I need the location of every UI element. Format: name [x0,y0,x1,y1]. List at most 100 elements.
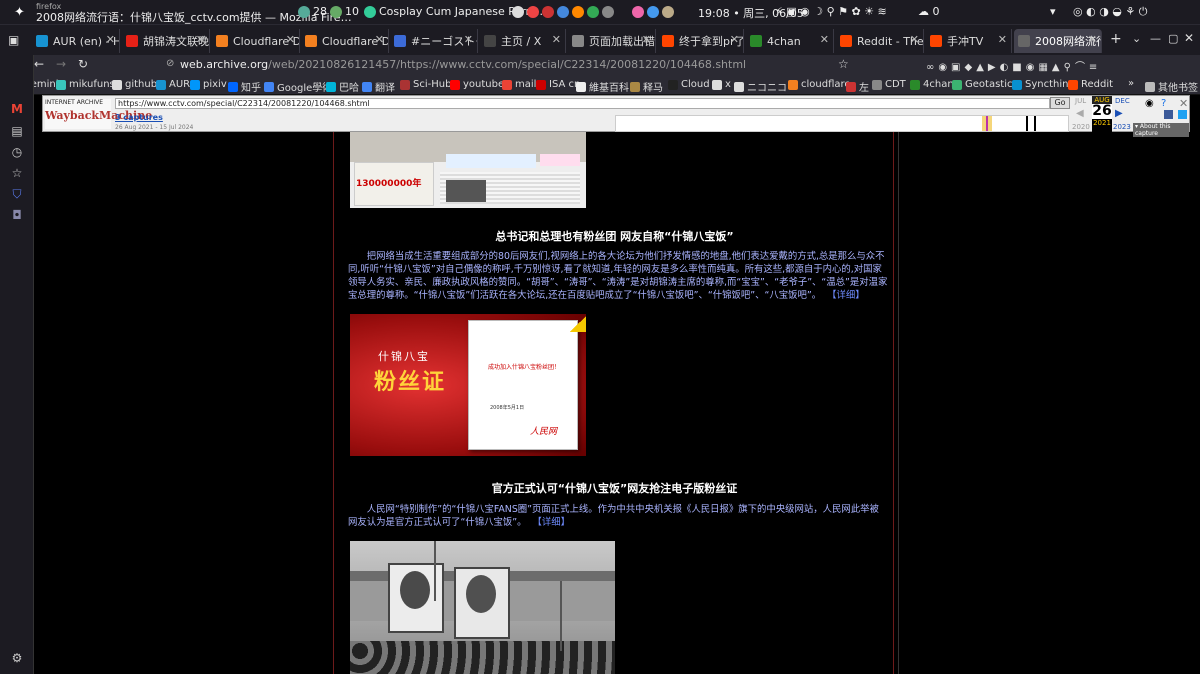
bookmark-item[interactable]: 释马 [630,79,663,94]
bookmark-favicon-icon [910,79,920,90]
clock-history-icon[interactable]: ◷ [9,144,25,160]
bookmark-item[interactable]: AUR [156,79,190,90]
tab-close-icon[interactable]: ✕ [642,33,651,46]
shield-icon[interactable]: ⛉ [9,186,25,202]
captures-sparkline[interactable] [615,115,1069,132]
tab-1[interactable]: 胡锦涛文联晚会✕ [122,29,210,53]
bookmark-star-icon[interactable]: ☆ [838,57,849,71]
tab-close-icon[interactable]: ✕ [196,33,205,46]
bookmark-item[interactable]: youtube [450,79,504,90]
tab-10[interactable]: 手冲TV ✕ [926,29,1012,53]
bookmark-item[interactable]: github [112,79,157,90]
tab-close-icon[interactable]: ✕ [552,33,561,46]
bookmark-item[interactable]: pixiv [190,79,227,90]
maximize-button[interactable]: ▢ [1168,32,1178,45]
facebook-icon[interactable] [1164,110,1173,119]
bookmark-item[interactable]: Reddit [1068,79,1113,90]
tab-3[interactable]: Cloudflare Das✕ [301,29,389,53]
next-year[interactable]: 2023 [1113,123,1131,131]
tab-close-icon[interactable]: ✕ [910,33,919,46]
wayback-logo[interactable]: INTERNET ARCHIVE WaybackMachine [45,99,152,129]
about-capture-button[interactable]: ▾ About this capture [1133,123,1189,137]
close-window-button[interactable]: ✕ [1184,31,1194,45]
detail-link-2[interactable]: 【详细】 [532,517,570,528]
settings-gear-icon[interactable]: ⚙ [9,650,25,666]
prev-arrow-icon[interactable]: ◀ [1076,108,1084,119]
bookmark-item[interactable]: ISA cn [536,79,580,90]
wayback-go-button[interactable]: Go [1050,97,1070,109]
bookmark-item[interactable]: CDT [872,79,906,90]
tab-6[interactable]: 页面加载出错 ✕ [568,29,656,53]
history-panel-icon[interactable]: ▤ [9,123,25,139]
tab-4[interactable]: #ニーゴストー✕ [390,29,478,53]
site-info-icon[interactable]: ⊘ [166,58,174,69]
forward-arrow-icon[interactable]: → [56,57,66,71]
tab-close-icon[interactable]: ✕ [464,33,473,46]
extension-icons[interactable]: ∞◉▣◆▲▶◐■◉▦▲⚲⌒≡ [926,58,1101,73]
bookmark-item[interactable]: Syncthing [1012,79,1075,90]
tab-favicon-icon [750,35,762,47]
captures-link[interactable]: 3 captures [115,113,163,122]
next-arrow-icon[interactable]: ▶ [1115,108,1123,119]
next-month[interactable]: DEC [1115,97,1130,105]
bookmark-item[interactable]: 維基百科 [576,79,629,94]
bookmark-item[interactable]: 知乎 [228,79,261,94]
status-icons[interactable]: ⚡ ▣ ◉ ☽ ⚲ ⚑ ✿ ☀ ≋ [775,5,887,18]
tab-close-icon[interactable]: ✕ [106,33,115,46]
tab-8[interactable]: 4chan ✕ [746,29,834,53]
bookmark-item[interactable]: Geotastic [952,79,1012,90]
bookmark-item[interactable]: mail [502,79,536,90]
tray-icons-2[interactable] [632,5,677,18]
notification-widget[interactable]: ☁ 0 [918,5,940,18]
detail-link-1[interactable]: 【详细】 [827,290,865,301]
bookmark-item[interactable]: ニコニコ [734,79,787,94]
profile-icon[interactable]: ◘ [9,207,25,223]
bookmarks-star-icon[interactable]: ☆ [9,165,25,181]
tab-list-chevron-icon[interactable]: ⌄ [1132,32,1141,45]
counter-widget-1[interactable]: 28 [298,5,327,18]
url-bar[interactable]: web.archive.org/web/20210826121457/https… [180,57,900,73]
other-bookmarks-folder[interactable]: 其他书签 [1145,79,1198,94]
wayback-url-input[interactable]: https://www.cctv.com/special/C22314/2008… [115,98,1050,109]
tab-9[interactable]: Reddit - The he✕ [836,29,924,53]
account-icon[interactable]: ◉ [1145,98,1154,109]
counter-widget-2[interactable]: 10 [330,5,359,18]
twitter-icon[interactable] [1178,110,1187,119]
bookmark-label: Geotastic [965,79,1013,90]
tab-11[interactable]: 2008网络流行语✕ [1014,29,1102,53]
tab-close-icon[interactable]: ✕ [286,33,295,46]
gmail-icon[interactable]: M [9,101,25,117]
tab-0[interactable]: AUR (en) - Hon✕ [32,29,120,53]
back-arrow-icon[interactable]: ← [34,57,44,71]
tab-close-icon[interactable]: ✕ [998,33,1007,46]
window-controls-top[interactable]: ▾ ◎ ◐ ◑ ◒ ⚘ ⏻ [1050,5,1147,19]
tab-2[interactable]: Cloudflare Das✕ [212,29,300,53]
bookmark-item[interactable]: cloudflare [788,79,851,90]
bookmark-item[interactable]: 4chan [910,79,954,90]
tab-overview-icon[interactable]: ▣ [8,33,19,47]
bookmark-item[interactable]: x [712,79,731,90]
bookmark-item[interactable]: Google學術 [264,79,332,94]
bookmark-item[interactable]: Sci-Hub [400,79,451,90]
tab-close-icon[interactable]: ✕ [730,33,739,46]
bookmark-item[interactable]: 巴哈 [326,79,359,94]
tray-icons[interactable] [512,5,617,18]
bookmark-item[interactable]: Cloud [668,79,710,90]
minimize-button[interactable]: — [1150,32,1161,45]
tab-close-icon[interactable]: ✕ [375,33,384,46]
tab-7[interactable]: 终于拿到pr了 ✕ [658,29,744,53]
tab-close-icon[interactable]: ✕ [1088,33,1097,46]
bookmark-item[interactable]: 翻译 [362,79,395,94]
help-icon[interactable]: ? [1161,98,1166,109]
reload-icon[interactable]: ↻ [78,57,88,71]
prev-year[interactable]: 2020 [1072,123,1090,131]
bookmark-item[interactable]: 左 [846,79,869,94]
launcher-icon[interactable]: ✦ [14,5,25,20]
more-bookmarks-chevron-icon[interactable]: » [1128,78,1134,89]
tab-close-icon[interactable]: ✕ [820,33,829,46]
close-toolbar-icon[interactable]: ✕ [1179,97,1188,110]
bookmark-favicon-icon [190,79,200,90]
bookmark-item[interactable]: mikufuns [56,79,115,90]
new-tab-button[interactable]: + [1110,31,1122,47]
tab-5[interactable]: 主页 / X ✕ [480,29,566,53]
